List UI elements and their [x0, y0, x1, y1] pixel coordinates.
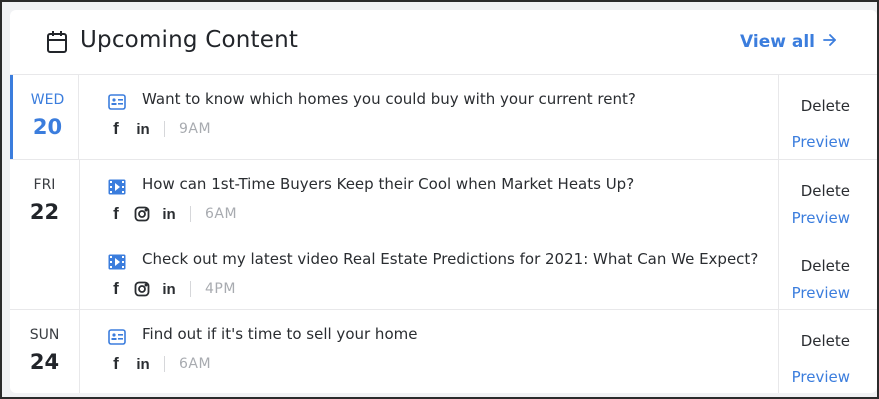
facebook-icon: f [113, 354, 119, 373]
post-time: 6AM [179, 356, 212, 372]
post-card-icon [108, 93, 126, 111]
day-of-week: WED [30, 92, 65, 108]
upcoming-content-card: Upcoming Content View all WED 20 Want to… [10, 10, 877, 393]
facebook-icon: f [113, 119, 119, 138]
preview-button[interactable]: Preview [792, 133, 850, 151]
delete-button[interactable]: Delete [801, 257, 850, 275]
calendar-icon [46, 30, 68, 58]
divider [164, 121, 165, 137]
delete-button[interactable]: Delete [801, 97, 850, 115]
preview-button[interactable]: Preview [792, 284, 850, 302]
date-column: WED 20 [10, 75, 79, 159]
linkedin-icon: in [162, 280, 176, 298]
day-number: 24 [29, 350, 60, 374]
delete-button[interactable]: Delete [801, 182, 850, 200]
post-time: 9AM [179, 121, 212, 137]
linkedin-icon: in [136, 120, 150, 138]
social-networks: f in 4PM [108, 279, 236, 299]
instagram-icon [134, 280, 150, 298]
date-column: FRI 22 [10, 160, 80, 309]
day-of-week: SUN [29, 327, 60, 343]
divider [190, 281, 191, 297]
day-row-fri: FRI 22 How can 1st-Time Buyers Keep thei… [10, 160, 877, 310]
preview-button[interactable]: Preview [792, 368, 850, 386]
video-icon [108, 253, 126, 271]
view-all-label: View all [740, 32, 815, 52]
actions-column: Delete Preview Delete Preview [778, 160, 877, 309]
day-number: 22 [29, 200, 60, 224]
day-of-week: FRI [33, 177, 56, 193]
actions-column: Delete Preview [778, 310, 877, 393]
divider [190, 206, 191, 222]
delete-button[interactable]: Delete [801, 332, 850, 350]
actions-column: Delete Preview [778, 75, 877, 159]
linkedin-icon: in [162, 205, 176, 223]
post-title: Find out if it's time to sell your home [142, 325, 418, 343]
social-networks: f in 6AM [108, 204, 237, 224]
app-frame: Upcoming Content View all WED 20 Want to… [0, 0, 879, 399]
divider [164, 356, 165, 372]
preview-button[interactable]: Preview [792, 209, 850, 227]
day-row-sun: SUN 24 Find out if it's time to sell you… [10, 310, 877, 393]
page-title: Upcoming Content [80, 27, 299, 53]
card-header: Upcoming Content View all [10, 10, 877, 75]
social-networks: f in 9AM [108, 119, 211, 139]
linkedin-icon: in [136, 355, 150, 373]
post-time: 6AM [205, 206, 238, 222]
scheduled-post[interactable]: Check out my latest video Real Estate Pr… [108, 247, 768, 307]
post-title: Check out my latest video Real Estate Pr… [142, 250, 759, 268]
social-networks: f in 6AM [108, 354, 211, 374]
post-card-icon [108, 328, 126, 346]
post-time: 4PM [205, 281, 236, 297]
facebook-icon: f [113, 279, 119, 298]
scheduled-post[interactable]: How can 1st-Time Buyers Keep their Cool … [108, 172, 768, 232]
day-number: 20 [32, 115, 63, 139]
arrow-right-icon [823, 32, 837, 52]
instagram-icon [134, 205, 150, 223]
view-all-link[interactable]: View all [740, 32, 837, 52]
date-column: SUN 24 [10, 310, 80, 393]
video-icon [108, 178, 126, 196]
scheduled-post[interactable]: Find out if it's time to sell your home … [108, 322, 768, 382]
facebook-icon: f [113, 204, 119, 223]
post-title: Want to know which homes you could buy w… [142, 90, 636, 108]
day-row-wed: WED 20 Want to know which homes you coul… [10, 75, 877, 160]
scheduled-post[interactable]: Want to know which homes you could buy w… [108, 87, 768, 147]
post-title: How can 1st-Time Buyers Keep their Cool … [142, 175, 635, 193]
